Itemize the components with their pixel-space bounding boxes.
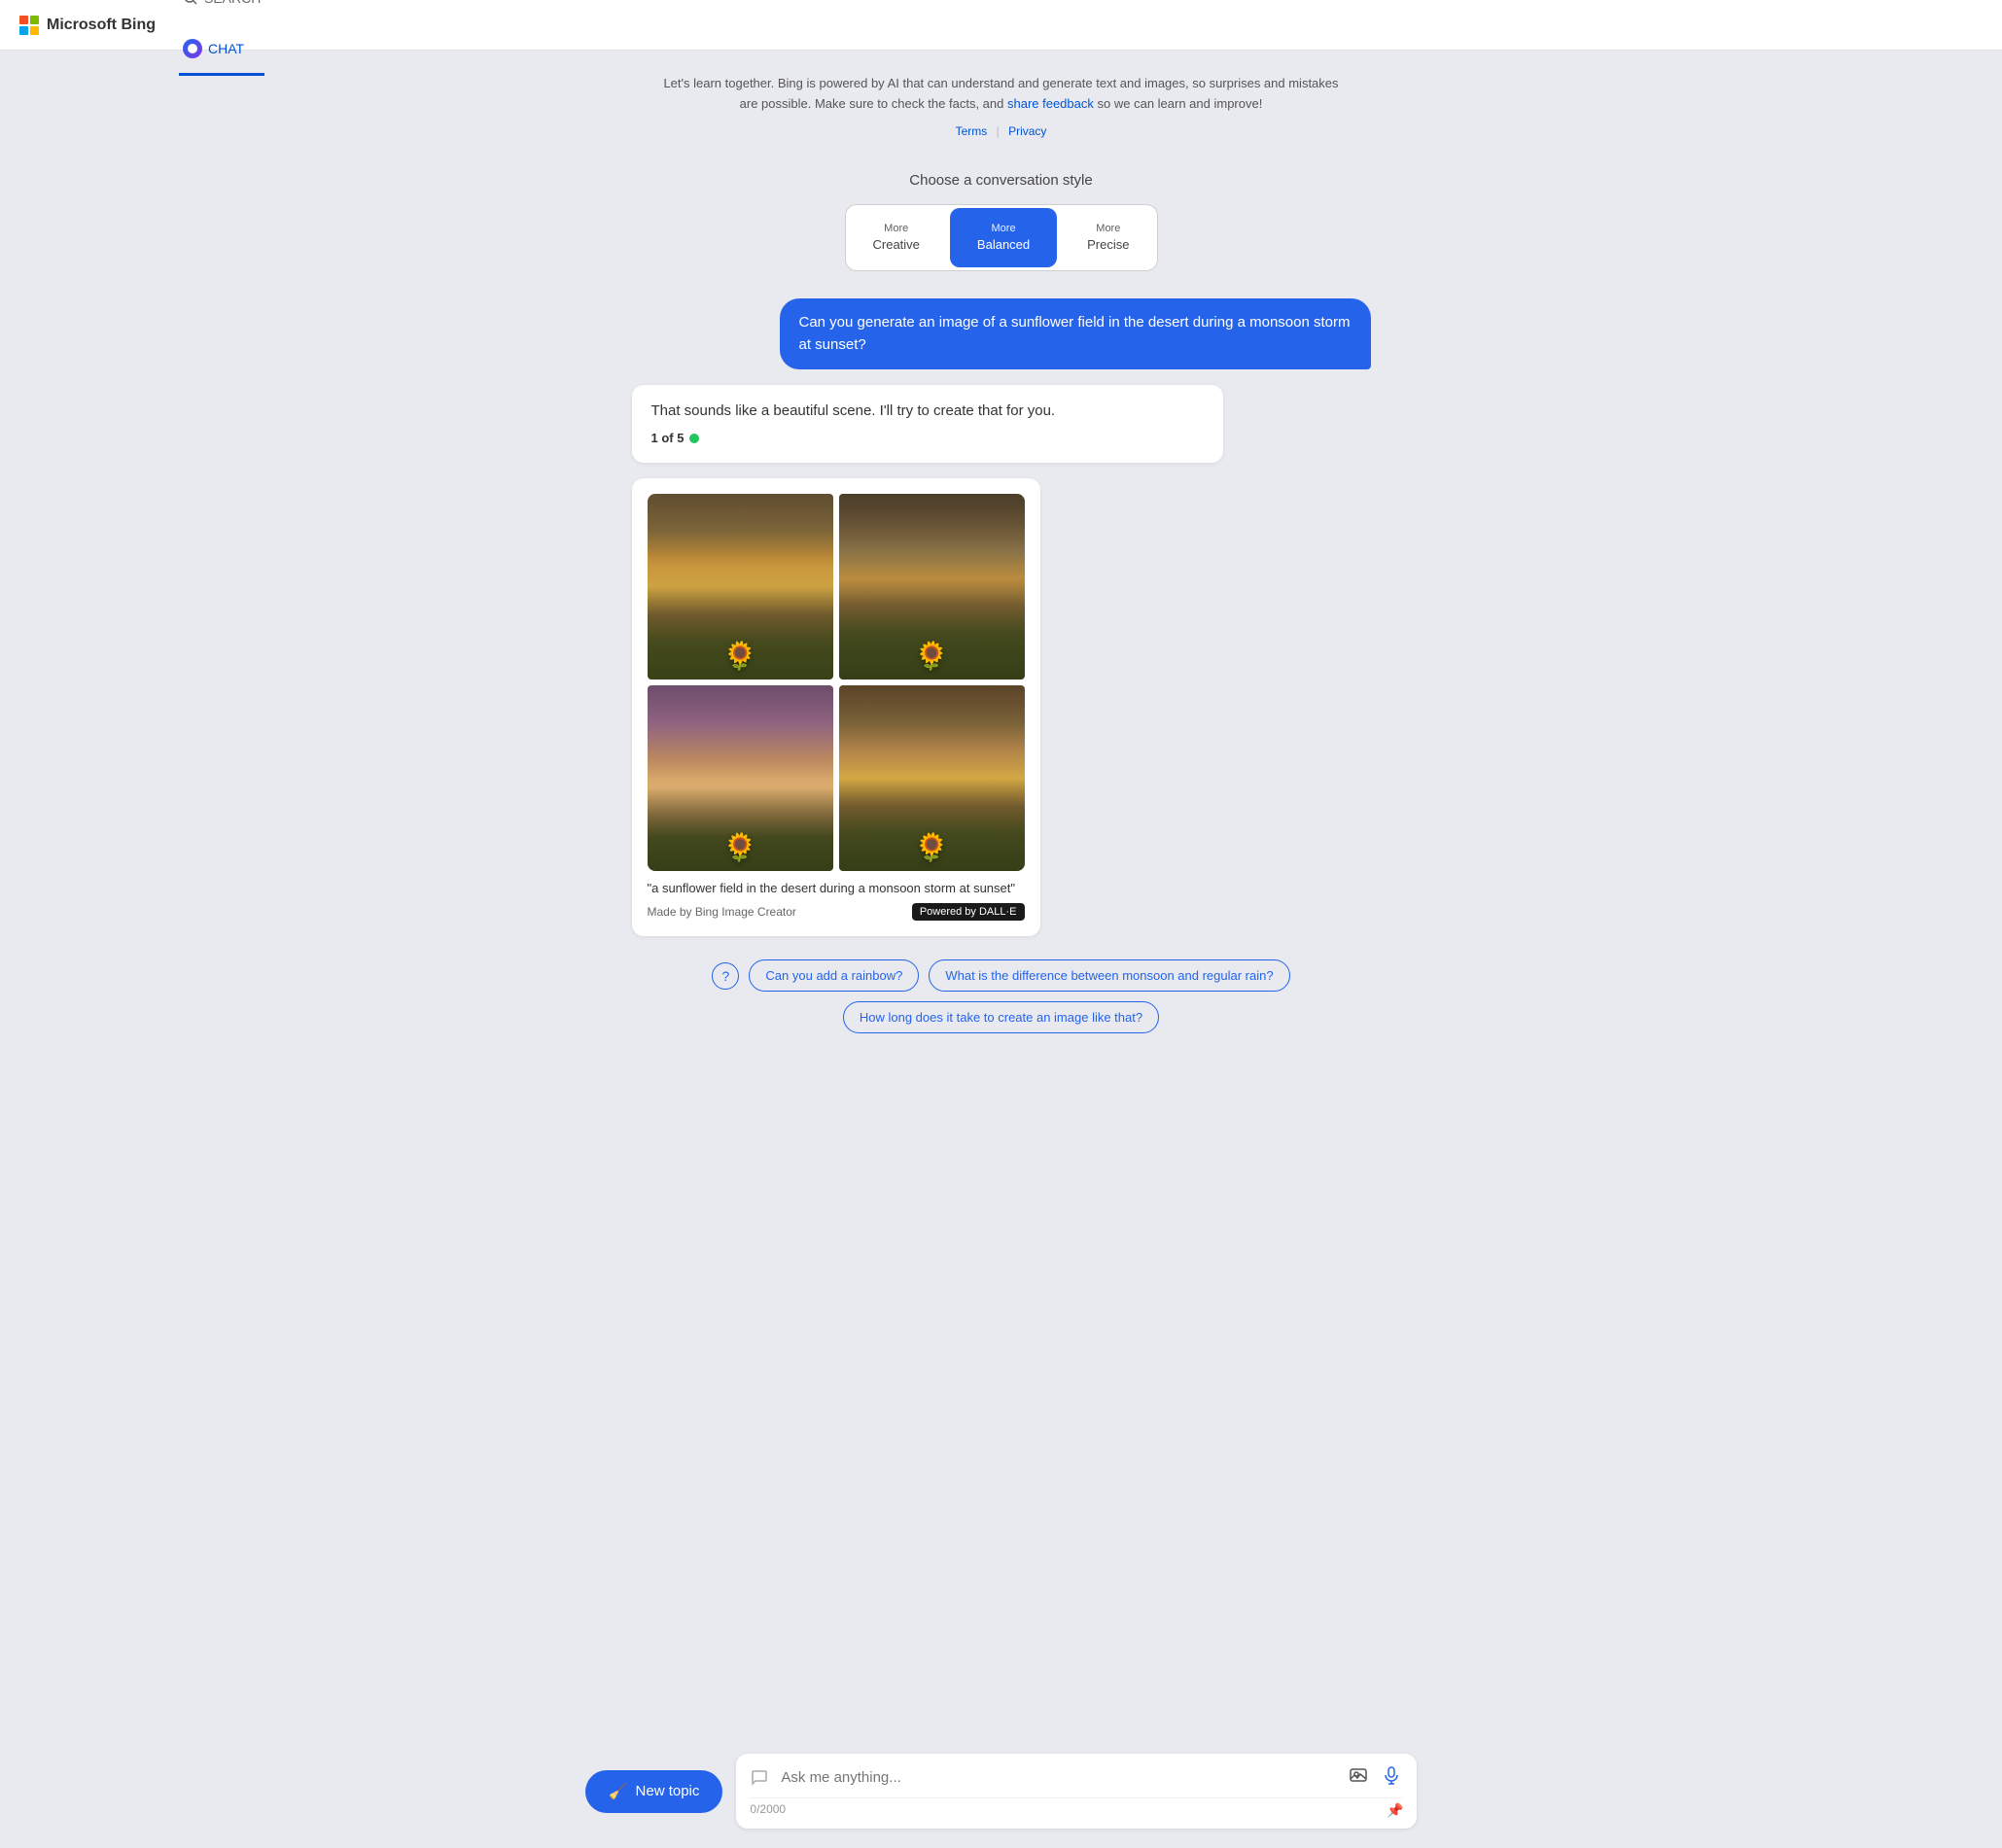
disclaimer: Let's learn together. Bing is powered by… bbox=[661, 74, 1342, 141]
image-grid bbox=[648, 494, 1025, 871]
suggestion-chip-2[interactable]: What is the difference between monsoon a… bbox=[929, 959, 1289, 992]
terms-link[interactable]: Terms bbox=[956, 124, 988, 138]
input-row bbox=[750, 1763, 1403, 1792]
style-precise-button[interactable]: More Precise bbox=[1060, 205, 1156, 271]
style-button-group: More Creative More Balanced More Precise bbox=[845, 204, 1158, 272]
main-content: Let's learn together. Bing is powered by… bbox=[515, 51, 1488, 1848]
suggestion-help-icon: ? bbox=[712, 962, 739, 990]
voice-input-button[interactable] bbox=[1380, 1763, 1403, 1792]
style-balanced-button[interactable]: More Balanced bbox=[950, 208, 1057, 268]
nav-chat-label: CHAT bbox=[208, 41, 244, 56]
logo: Microsoft Bing bbox=[19, 16, 156, 35]
image-search-button[interactable] bbox=[1347, 1763, 1370, 1792]
style-creative-button[interactable]: More Creative bbox=[846, 205, 947, 271]
char-count: 0/2000 bbox=[750, 1802, 786, 1819]
ai-text-message: That sounds like a beautiful scene. I'll… bbox=[632, 385, 1223, 463]
balanced-line1: More bbox=[977, 222, 1030, 236]
user-message: Can you generate an image of a sunflower… bbox=[780, 298, 1371, 369]
input-box: 0/2000 📌 bbox=[736, 1754, 1417, 1829]
header: Microsoft Bing SEARCH CHAT bbox=[0, 0, 2002, 51]
suggestion-chip-3[interactable]: How long does it take to create an image… bbox=[843, 1001, 1159, 1033]
chat-area: Can you generate an image of a sunflower… bbox=[632, 298, 1371, 1033]
pin-icon[interactable]: 📌 bbox=[1387, 1802, 1403, 1819]
broom-icon: 🧹 bbox=[609, 1782, 628, 1801]
separator: | bbox=[997, 124, 1000, 138]
ai-message-footer: 1 of 5 bbox=[651, 431, 1204, 445]
style-heading: Choose a conversation style bbox=[845, 172, 1158, 189]
feedback-link[interactable]: share feedback bbox=[1007, 96, 1094, 111]
input-footer: 0/2000 📌 bbox=[750, 1797, 1403, 1819]
ms-logo-icon bbox=[19, 16, 39, 35]
new-topic-button[interactable]: 🧹 New topic bbox=[585, 1770, 723, 1813]
generated-image-2[interactable] bbox=[839, 494, 1025, 680]
new-topic-label: New topic bbox=[636, 1783, 700, 1799]
suggestions-row: ? Can you add a rainbow? What is the dif… bbox=[632, 959, 1371, 1033]
image-footer: Made by Bing Image Creator Powered by DA… bbox=[648, 903, 1025, 921]
bottom-bar: 🧹 New topic bbox=[0, 1740, 2002, 1848]
nav-search-label: SEARCH bbox=[204, 0, 261, 6]
input-actions bbox=[1347, 1763, 1403, 1792]
nav-search[interactable]: SEARCH bbox=[179, 0, 264, 25]
generated-image-3[interactable] bbox=[648, 685, 833, 871]
precise-line1: More bbox=[1087, 222, 1129, 236]
chat-input[interactable] bbox=[781, 1769, 1337, 1786]
chat-icon bbox=[183, 39, 202, 58]
suggestion-chip-1[interactable]: Can you add a rainbow? bbox=[749, 959, 919, 992]
image-caption: "a sunflower field in the desert during … bbox=[648, 881, 1025, 895]
privacy-link[interactable]: Privacy bbox=[1008, 124, 1046, 138]
image-credit: Made by Bing Image Creator bbox=[648, 905, 796, 919]
generated-image-4[interactable] bbox=[839, 685, 1025, 871]
ai-message-text: That sounds like a beautiful scene. I'll… bbox=[651, 402, 1056, 419]
creative-line1: More bbox=[873, 222, 920, 236]
message-counter: 1 of 5 bbox=[651, 431, 685, 445]
nav: SEARCH CHAT bbox=[179, 0, 264, 76]
status-dot bbox=[689, 434, 699, 443]
dalle-badge: Powered by DALL·E bbox=[912, 903, 1025, 921]
chat-bubble-icon bbox=[750, 1767, 771, 1789]
nav-chat[interactable]: CHAT bbox=[179, 25, 264, 76]
user-message-text: Can you generate an image of a sunflower… bbox=[799, 314, 1351, 353]
disclaimer-links: Terms | Privacy bbox=[661, 122, 1342, 141]
image-card: "a sunflower field in the desert during … bbox=[632, 478, 1040, 936]
search-icon bbox=[183, 0, 198, 6]
logo-text: Microsoft Bing bbox=[47, 17, 156, 34]
generated-image-1[interactable] bbox=[648, 494, 833, 680]
disclaimer-text-after: so we can learn and improve! bbox=[1098, 96, 1263, 111]
conversation-style-section: Choose a conversation style More Creativ… bbox=[845, 172, 1158, 272]
